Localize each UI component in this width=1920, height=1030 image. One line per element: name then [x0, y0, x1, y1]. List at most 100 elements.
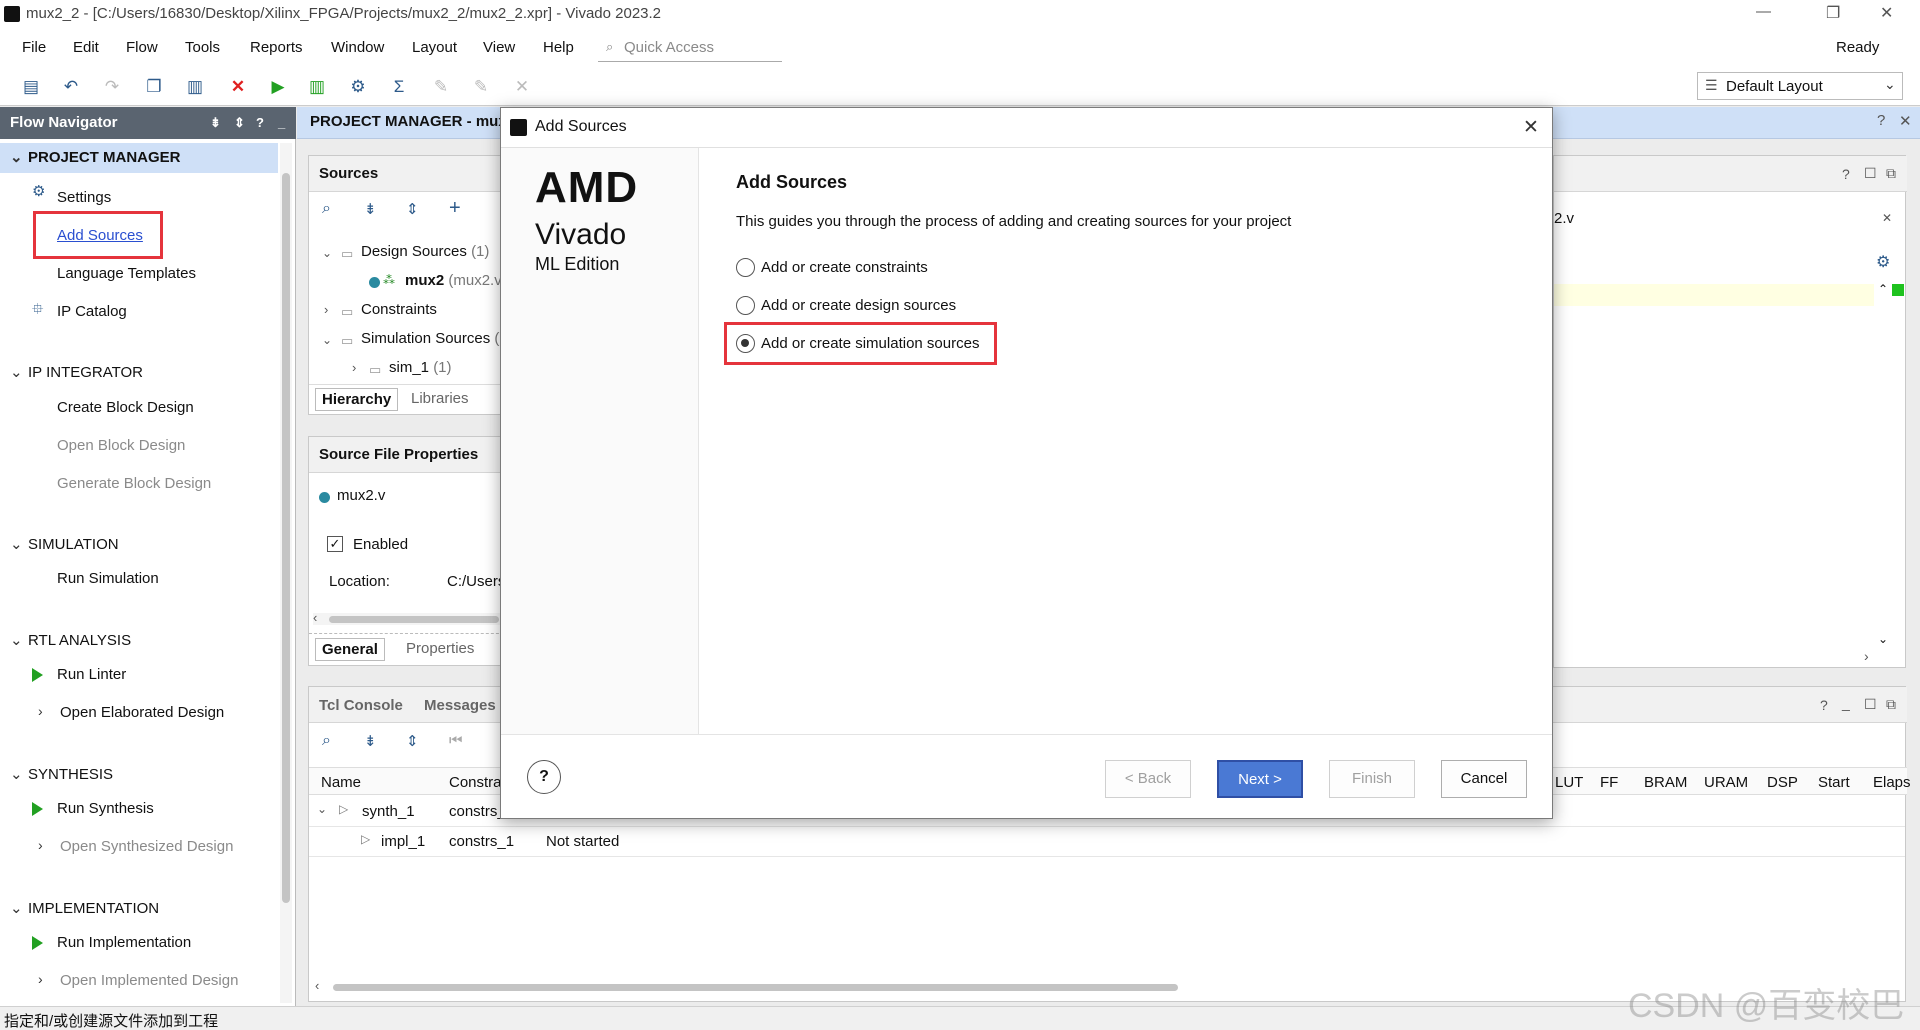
- scroll-right-icon[interactable]: ›: [1864, 648, 1869, 664]
- menu-help[interactable]: Help: [543, 39, 574, 56]
- scroll-left-icon[interactable]: ‹: [313, 610, 317, 625]
- restore-icon[interactable]: ☐: [1864, 696, 1877, 713]
- menu-view[interactable]: View: [483, 39, 515, 56]
- quick-access-box[interactable]: ⌕ Quick Access: [598, 34, 782, 62]
- run-icon[interactable]: ▶: [266, 76, 290, 98]
- radio-constraints[interactable]: [736, 258, 755, 277]
- scroll-thumb[interactable]: [329, 616, 499, 623]
- settings-gear-icon[interactable]: ⚙: [346, 76, 370, 98]
- option-design-sources-label[interactable]: Add or create design sources: [761, 297, 956, 314]
- nav-run-linter[interactable]: Run Linter: [57, 666, 126, 683]
- col-dsp[interactable]: DSP: [1767, 774, 1798, 791]
- col-elapsed[interactable]: Elaps: [1873, 774, 1911, 791]
- tab-libraries[interactable]: Libraries: [411, 390, 469, 407]
- dialog-help-button[interactable]: ?: [527, 760, 561, 794]
- section-rtl-analysis[interactable]: ⌄ RTL ANALYSIS: [10, 631, 131, 649]
- help-icon[interactable]: ?: [256, 107, 264, 139]
- nav-settings[interactable]: Settings: [57, 189, 111, 206]
- program-icon[interactable]: ▥: [305, 76, 329, 98]
- float-icon[interactable]: ⧉: [1886, 165, 1896, 182]
- disabled-tool-3-icon[interactable]: ✕: [510, 76, 534, 98]
- editor-vscroll[interactable]: ⌃ ⌄: [1876, 282, 1904, 652]
- tree-mux2[interactable]: mux2 (mux2.v): [405, 272, 507, 289]
- open-project-icon[interactable]: ▤: [19, 76, 43, 98]
- nav-add-sources[interactable]: Add Sources: [57, 227, 143, 244]
- table-row[interactable]: ▷ impl_1 constrs_1 Not started: [309, 827, 1905, 857]
- section-implementation[interactable]: ⌄ IMPLEMENTATION: [10, 899, 159, 917]
- search-icon[interactable]: ⌕: [322, 200, 331, 218]
- section-simulation[interactable]: ⌄ SIMULATION: [10, 535, 119, 553]
- disabled-tool-2-icon[interactable]: ✎: [469, 76, 493, 98]
- nav-run-synthesis[interactable]: Run Synthesis: [57, 800, 154, 817]
- enabled-checkbox[interactable]: ✓: [327, 536, 343, 552]
- nav-create-block-design[interactable]: Create Block Design: [57, 399, 194, 416]
- col-uram[interactable]: URAM: [1704, 774, 1748, 791]
- section-ip-integrator[interactable]: ⌄ IP INTEGRATOR: [10, 363, 143, 381]
- nav-open-synthesized-design[interactable]: Open Synthesized Design: [60, 838, 233, 855]
- col-ff[interactable]: FF: [1600, 774, 1618, 791]
- tab-hierarchy[interactable]: Hierarchy: [315, 388, 399, 411]
- menu-flow[interactable]: Flow: [126, 39, 158, 56]
- paste-icon[interactable]: ▥: [183, 76, 207, 98]
- radio-simulation-sources[interactable]: [736, 334, 755, 353]
- finish-button[interactable]: Finish: [1329, 760, 1415, 798]
- tree-simulation-sources[interactable]: Simulation Sources (: [361, 330, 499, 347]
- collapse-all-icon[interactable]: ⇟: [364, 200, 377, 218]
- cancel-button[interactable]: Cancel: [1441, 760, 1527, 798]
- nav-run-simulation[interactable]: Run Simulation: [57, 570, 159, 587]
- nav-ip-catalog[interactable]: IP Catalog: [57, 303, 127, 320]
- minimize-panel-icon[interactable]: _: [1842, 695, 1850, 711]
- minimize-panel-icon[interactable]: _: [278, 107, 285, 139]
- scroll-thumb[interactable]: [282, 173, 290, 903]
- expand-all-icon[interactable]: ⇕: [406, 732, 419, 750]
- expand-all-icon[interactable]: ⇕: [406, 200, 419, 218]
- col-bram[interactable]: BRAM: [1644, 774, 1687, 791]
- menu-tools[interactable]: Tools: [185, 39, 220, 56]
- nav-language-templates[interactable]: Language Templates: [57, 265, 196, 282]
- option-constraints-label[interactable]: Add or create constraints: [761, 259, 928, 276]
- help-icon[interactable]: ?: [1820, 697, 1828, 713]
- col-start[interactable]: Start: [1818, 774, 1850, 791]
- col-lut[interactable]: LUT: [1555, 774, 1583, 791]
- tab-general[interactable]: General: [315, 638, 385, 661]
- section-synthesis[interactable]: ⌄ SYNTHESIS: [10, 765, 113, 783]
- help-icon[interactable]: ?: [1842, 166, 1850, 182]
- collapse-all-icon[interactable]: ⇟: [364, 732, 377, 750]
- tree-sim-1[interactable]: sim_1 (1): [389, 359, 452, 376]
- flow-navigator-scrollbar[interactable]: [280, 143, 292, 1003]
- disabled-tool-1-icon[interactable]: ✎: [429, 76, 453, 98]
- minimize-button[interactable]: —: [1756, 3, 1771, 20]
- close-icon[interactable]: ✕: [1899, 112, 1912, 130]
- editor-file-tab[interactable]: 2.v: [1554, 210, 1574, 227]
- scroll-down-icon[interactable]: ⌄: [1878, 632, 1888, 646]
- scroll-up-icon[interactable]: ⌃: [1878, 282, 1888, 296]
- search-icon[interactable]: ⌕: [322, 732, 331, 750]
- collapse-all-icon[interactable]: ⇟: [210, 107, 221, 139]
- editor-settings-gear-icon[interactable]: ⚙: [1876, 252, 1890, 272]
- scroll-thumb[interactable]: [333, 984, 1178, 991]
- tab-messages[interactable]: Messages: [424, 697, 496, 714]
- copy-icon[interactable]: ❐: [142, 76, 166, 98]
- nav-open-implemented-design[interactable]: Open Implemented Design: [60, 972, 238, 989]
- layout-selector[interactable]: ☰ Default Layout ⌄: [1697, 72, 1903, 100]
- add-icon[interactable]: +: [449, 197, 461, 220]
- expand-all-icon[interactable]: ⇕: [234, 107, 245, 139]
- menu-reports[interactable]: Reports: [250, 39, 303, 56]
- option-simulation-sources-label[interactable]: Add or create simulation sources: [761, 335, 979, 352]
- scroll-left-icon[interactable]: ‹: [315, 978, 319, 993]
- section-project-manager[interactable]: ⌄ PROJECT MANAGER: [10, 148, 181, 166]
- restore-icon[interactable]: ☐: [1864, 165, 1877, 182]
- next-button[interactable]: Next >: [1217, 760, 1303, 798]
- delete-icon[interactable]: ✕: [226, 76, 250, 98]
- col-name[interactable]: Name: [321, 774, 361, 791]
- tab-properties[interactable]: Properties: [406, 640, 474, 657]
- tab-tcl-console[interactable]: Tcl Console: [319, 697, 403, 714]
- nav-run-implementation[interactable]: Run Implementation: [57, 934, 191, 951]
- first-icon[interactable]: ⏮: [449, 732, 463, 749]
- close-window-button[interactable]: ✕: [1880, 3, 1893, 23]
- menu-layout[interactable]: Layout: [412, 39, 457, 56]
- nav-open-block-design[interactable]: Open Block Design: [57, 437, 185, 454]
- maximize-button[interactable]: ❐: [1826, 3, 1840, 23]
- help-icon[interactable]: ?: [1877, 112, 1885, 129]
- tree-design-sources[interactable]: Design Sources (1): [361, 243, 489, 260]
